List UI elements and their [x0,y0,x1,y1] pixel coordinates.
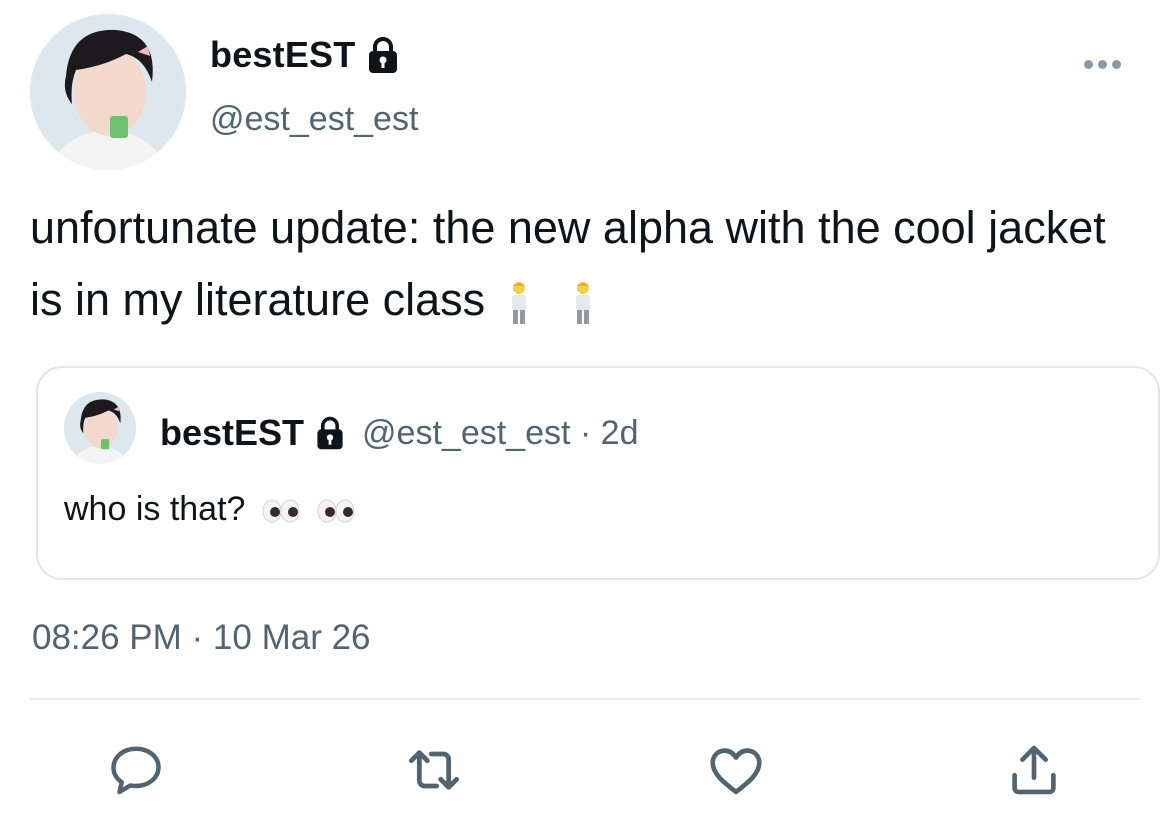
like-button[interactable] [704,738,768,802]
eyes-emoji-icon [262,499,300,523]
man-standing-emoji-icon [511,282,526,325]
reply-icon [111,746,161,795]
share-button[interactable] [1002,738,1066,802]
more-dot [1112,59,1121,69]
author-display-name[interactable]: bestEST [210,34,355,76]
share-icon [1012,745,1056,795]
divider [30,698,1140,700]
lock-icon [369,37,398,73]
more-options-button[interactable] [1084,52,1128,76]
quoted-author-display-name: bestEST [160,412,305,453]
author-handle[interactable]: @est_est_est [210,100,418,139]
quoted-handle-time: @est_est_est · 2d [362,413,639,452]
tweet-body: unfortunate update: the new alpha with t… [30,192,1150,336]
quoted-tweet-text: who is that? [64,490,246,528]
quoted-tweet[interactable]: bestEST @est_est_est · 2d who is that? [36,366,1160,580]
more-dot [1084,59,1093,69]
tweet-timestamp[interactable]: 08:26 PM · 10 Mar 26 [32,618,371,658]
author-avatar[interactable] [30,14,186,170]
eyes-emoji-icon [317,499,355,523]
lock-icon [317,416,343,450]
retweet-button[interactable] [402,738,466,802]
like-icon [710,748,762,795]
retweet-icon [408,750,460,790]
man-standing-emoji-icon [576,282,591,325]
reply-button[interactable] [104,738,168,802]
quoted-tweet-body: who is that? [64,490,356,529]
quoted-author-avatar [64,392,136,464]
more-dot [1098,59,1107,69]
